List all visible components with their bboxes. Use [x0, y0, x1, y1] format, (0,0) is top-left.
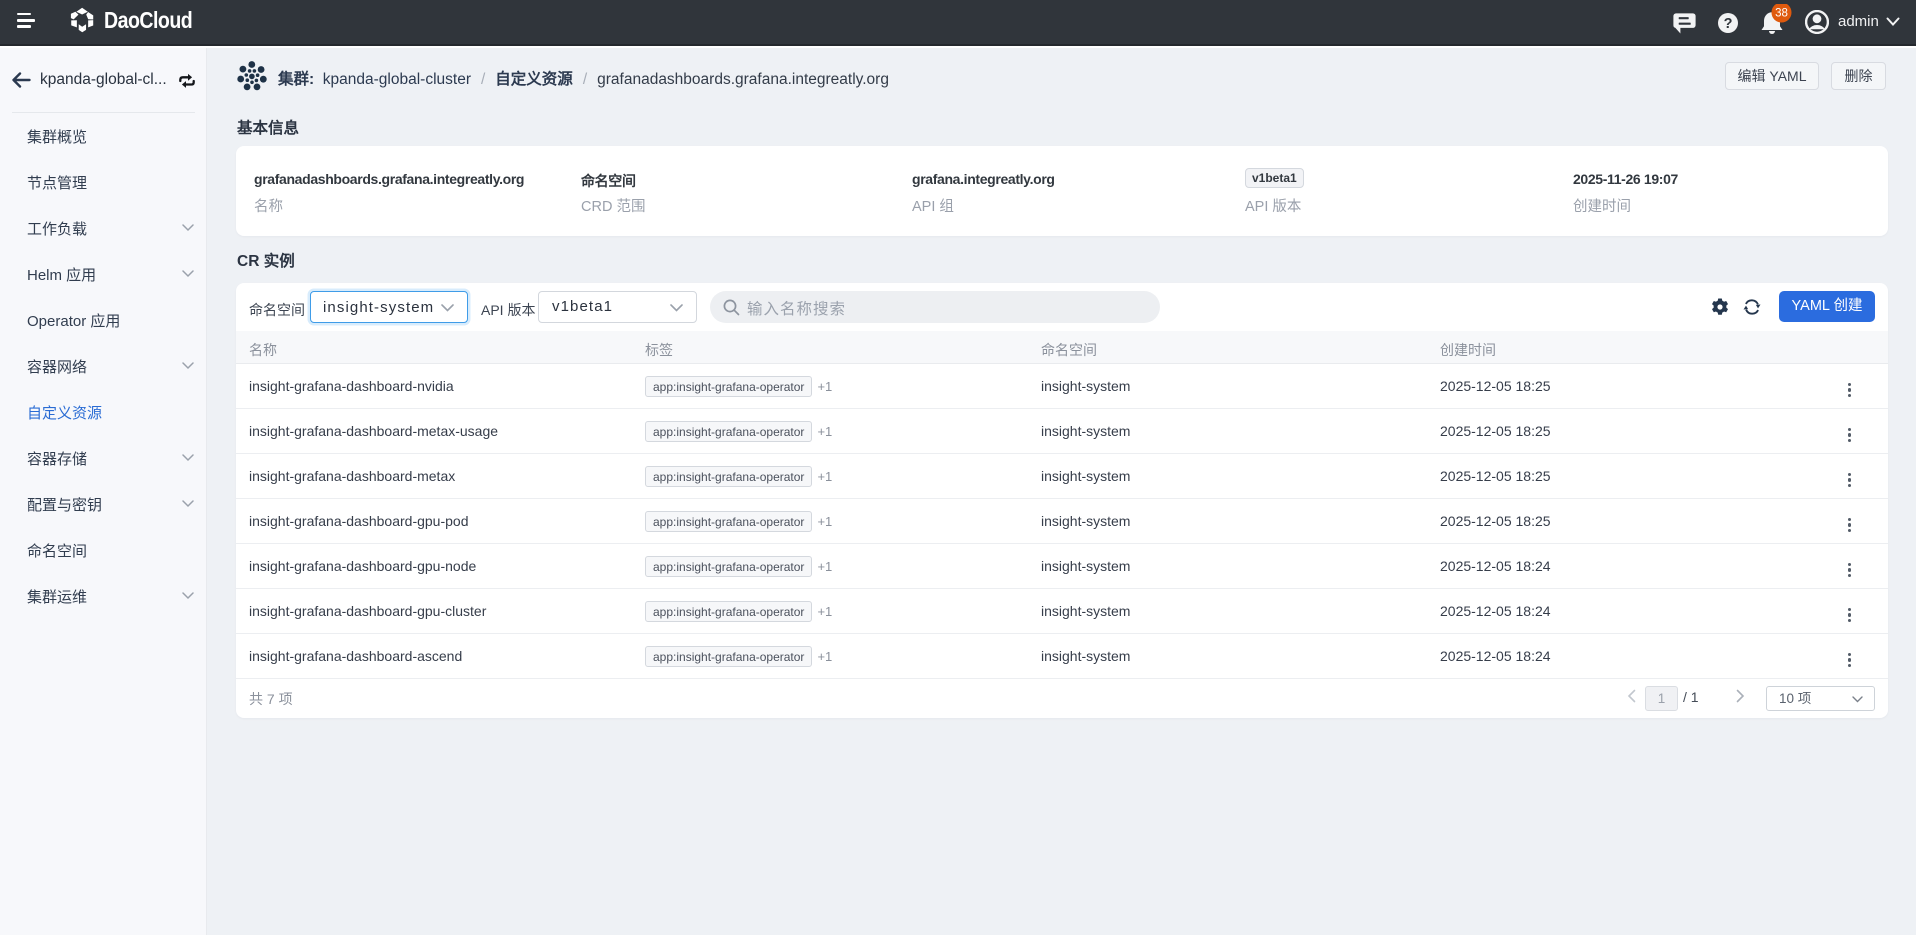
svg-text:?: ? — [1724, 16, 1733, 32]
svg-text:38: 38 — [1775, 8, 1788, 20]
